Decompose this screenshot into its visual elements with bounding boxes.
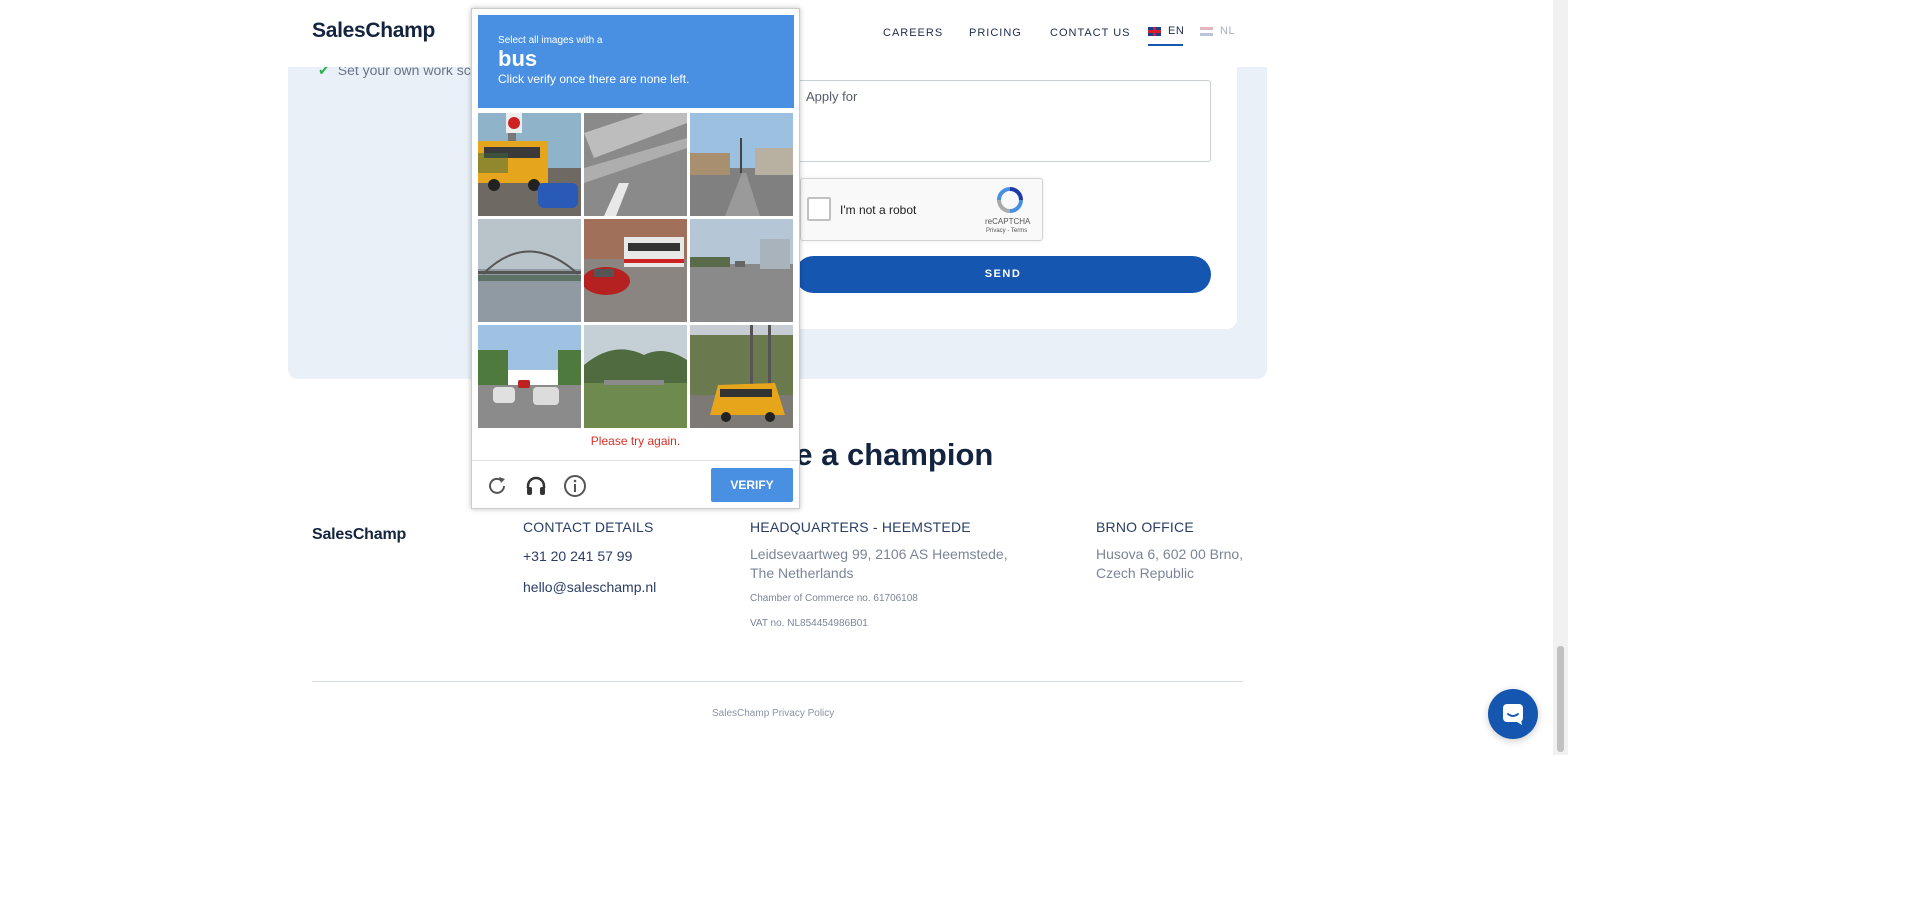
recaptcha-brand: reCAPTCHA — [985, 217, 1031, 226]
send-button[interactable]: SEND — [795, 256, 1211, 293]
challenge-tile-3[interactable] — [690, 113, 793, 216]
verify-button[interactable]: VERIFY — [711, 468, 793, 502]
challenge-tile-4[interactable] — [478, 219, 581, 322]
privacy-policy-link[interactable]: SalesChamp Privacy Policy — [712, 708, 834, 719]
challenge-tile-8[interactable] — [584, 325, 687, 428]
school-bus-image — [478, 113, 581, 216]
uk-flag-icon — [1148, 26, 1161, 36]
school-bus-trees-image — [690, 325, 793, 428]
street-corner-image — [690, 219, 793, 322]
hq-heading: HEADQUARTERS - HEEMSTEDE — [750, 519, 971, 535]
apply-for-textarea[interactable]: Apply for — [792, 80, 1211, 162]
recaptcha-terms-link[interactable]: Privacy - Terms — [986, 228, 1027, 234]
recaptcha-widget: I'm not a robot reCAPTCHA Privacy - Term… — [800, 178, 1043, 241]
scrollbar-thumb[interactable] — [1557, 646, 1564, 752]
challenge-tile-1[interactable] — [478, 113, 581, 216]
contact-details-heading: CONTACT DETAILS — [523, 519, 654, 535]
road-crosswalk-image — [584, 113, 687, 216]
challenge-tile-9[interactable] — [690, 325, 793, 428]
site-logo[interactable]: SalesChamp — [312, 19, 435, 43]
brno-address-line-1: Husova 6, 602 00 Brno, — [1096, 546, 1244, 562]
hq-address-line-1: Leidsevaartweg 99, 2106 AS Heemstede, — [750, 546, 1008, 562]
nav-contact-us[interactable]: CONTACT US — [1050, 27, 1131, 39]
headphones-icon[interactable] — [524, 474, 548, 498]
chat-icon — [1503, 704, 1523, 725]
lang-active-underline — [1148, 44, 1183, 46]
intersection-image — [690, 113, 793, 216]
nav-careers[interactable]: CAREERS — [883, 27, 943, 39]
challenge-tile-6[interactable] — [690, 219, 793, 322]
footer-logo[interactable]: SalesChamp — [312, 526, 406, 544]
challenge-tile-2[interactable] — [584, 113, 687, 216]
challenge-subtext: Click verify once there are none left. — [498, 72, 690, 86]
reload-icon[interactable] — [485, 474, 509, 498]
challenge-tile-7[interactable] — [478, 325, 581, 428]
chamber-of-commerce: Chamber of Commerce no. 61706108 — [750, 593, 918, 604]
challenge-instruction: Select all images with a — [498, 35, 603, 46]
lang-en[interactable]: EN — [1148, 25, 1184, 37]
recaptcha-challenge-dialog: Select all images with a bus Click verif… — [471, 8, 800, 509]
footer-email-link[interactable]: hello@saleschamp.nl — [523, 579, 656, 595]
nl-flag-icon — [1200, 26, 1213, 36]
brno-address-line-2: Czech Republic — [1096, 565, 1195, 581]
vat-number: VAT no. NL854454986B01 — [750, 618, 868, 629]
page-scrollbar[interactable] — [1553, 0, 1568, 755]
recaptcha-checkbox[interactable] — [807, 197, 831, 221]
recaptcha-logo-icon — [997, 187, 1023, 213]
challenge-header: Select all images with a bus Click verif… — [478, 15, 794, 108]
brno-heading: BRNO OFFICE — [1096, 519, 1194, 535]
lang-nl[interactable]: NL — [1200, 25, 1235, 37]
footer-phone-link[interactable]: +31 20 241 57 99 — [523, 548, 632, 564]
footer-divider — [312, 681, 1243, 682]
traffic-cars-image — [478, 325, 581, 428]
info-icon[interactable] — [563, 474, 587, 498]
bridge-river-image — [478, 219, 581, 322]
hq-address-line-2: The Netherlands — [750, 565, 854, 581]
challenge-error-message: Please try again. — [590, 434, 681, 448]
section-heading: ke a champion — [778, 437, 994, 472]
challenge-tile-5[interactable] — [584, 219, 687, 322]
recaptcha-label: I'm not a robot — [840, 203, 917, 217]
hills-overpass-image — [584, 325, 687, 428]
challenge-image-grid — [478, 113, 794, 429]
chat-launcher-button[interactable] — [1488, 689, 1538, 739]
challenge-target: bus — [498, 46, 538, 71]
nav-pricing[interactable]: PRICING — [969, 27, 1022, 39]
city-bus-car-image — [584, 219, 687, 322]
challenge-footer-divider — [472, 460, 799, 461]
